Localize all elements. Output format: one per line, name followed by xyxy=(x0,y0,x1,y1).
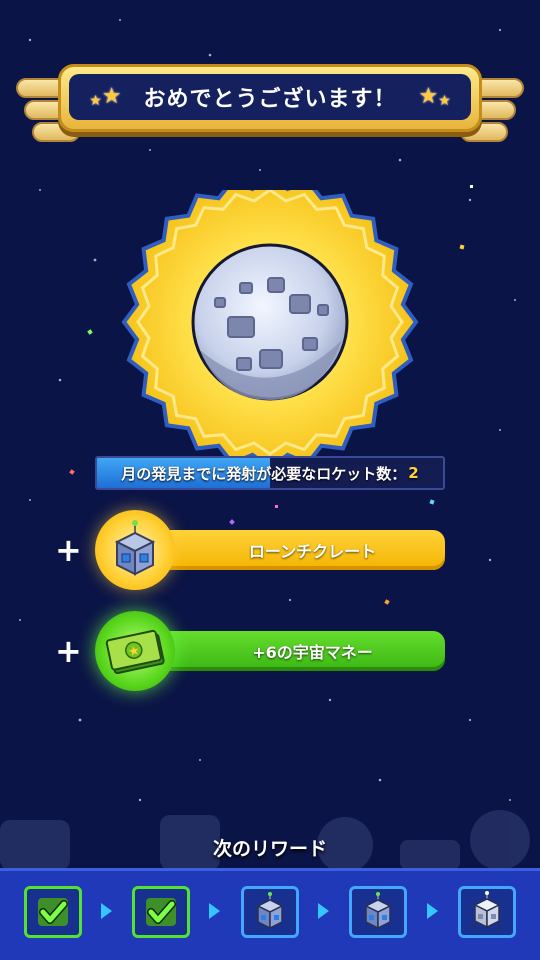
launch-crate-icon xyxy=(364,892,392,930)
next-rewards-title: 次のリワード xyxy=(212,838,327,860)
reward-slot-2[interactable] xyxy=(132,886,190,938)
check-icon xyxy=(146,898,176,926)
arrow-right-icon xyxy=(427,903,438,919)
launch-crate-icon xyxy=(256,892,284,930)
stars-icon: ★ ★ xyxy=(89,84,122,109)
reward-badge-money: ★ xyxy=(95,611,175,691)
reward-slot-5[interactable] xyxy=(458,886,516,938)
congratulations-banner: ★ ★ おめでとうございます！ ★ ★ xyxy=(58,64,482,132)
reward-label: ローンチクレート xyxy=(248,542,377,561)
reward-slot-4[interactable] xyxy=(349,886,407,938)
plus-icon: + xyxy=(55,632,82,670)
progress-label: 月の発見までに発射が必要なロケット数： 2 xyxy=(97,458,443,488)
progress-text: 月の発見までに発射が必要なロケット数： xyxy=(121,464,407,483)
reward-space-money: +6の宇宙マネー xyxy=(140,631,445,671)
arrow-right-icon xyxy=(209,903,220,919)
moon-emblem xyxy=(121,190,419,460)
moon-icon xyxy=(191,243,349,401)
reward-slot-3[interactable] xyxy=(241,886,299,938)
reward-screen: ★ ★ おめでとうございます！ ★ ★ 月の発見までに発射が必要なロケット数： … xyxy=(0,0,540,960)
reward-badge-crate xyxy=(95,510,175,590)
arrow-right-icon xyxy=(318,903,329,919)
space-money-icon: ★ xyxy=(105,629,165,675)
arrow-right-icon xyxy=(101,903,112,919)
moon-progress-bar: 月の発見までに発射が必要なロケット数： 2 xyxy=(95,456,445,490)
rockets-remaining: 2 xyxy=(408,464,419,482)
plus-icon: + xyxy=(55,531,82,569)
stars-icon: ★ ★ xyxy=(418,84,451,109)
reward-launch-crate: ローンチクレート xyxy=(140,530,445,570)
launch-crate-icon xyxy=(114,520,156,576)
silver-crate-icon xyxy=(472,891,502,931)
banner-title: おめでとうございます！ xyxy=(143,87,397,112)
reward-slot-1[interactable] xyxy=(24,886,82,938)
check-icon xyxy=(38,898,68,926)
reward-label: +6の宇宙マネー xyxy=(252,643,373,662)
